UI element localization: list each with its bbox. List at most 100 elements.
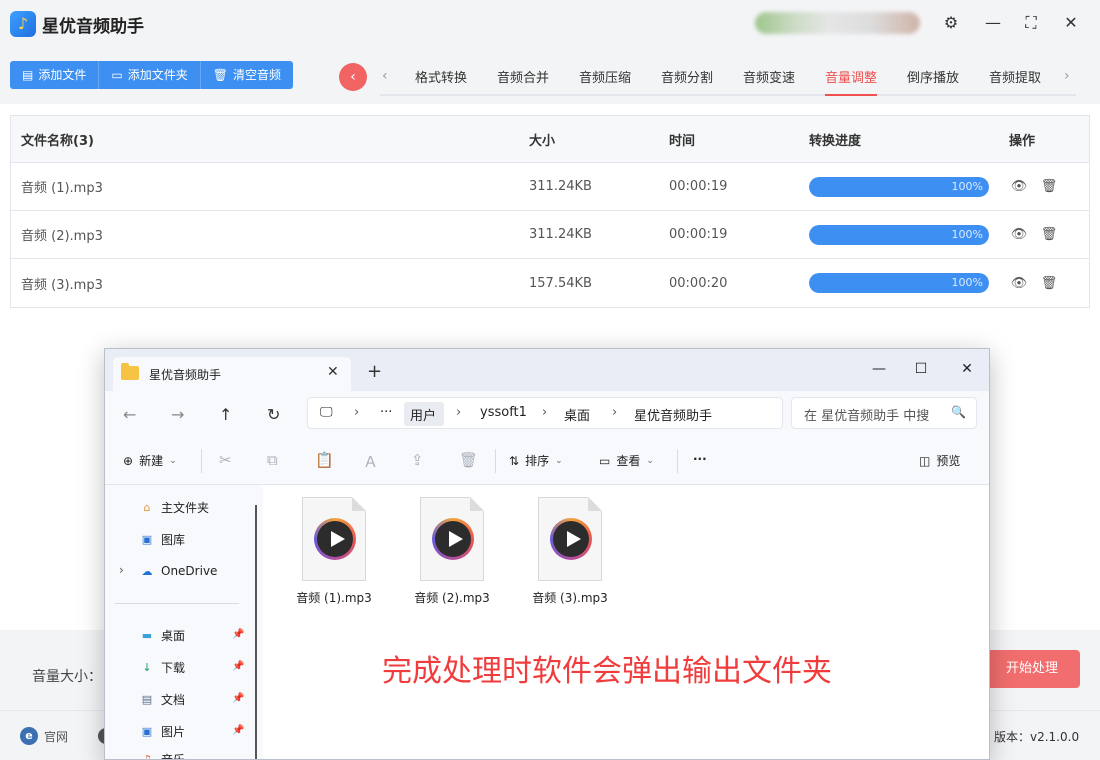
picture-icon: ▣ (141, 725, 153, 738)
address-bar[interactable]: 🖵 › ··· 用户 › yssoft1 › 桌面 › 星优音频助手 (307, 397, 783, 429)
add-file-button[interactable]: ▤ 添加文件 (10, 61, 100, 89)
chevron-down-icon: ⌄ (169, 455, 177, 466)
app-logo-icon: ♪ (10, 11, 36, 37)
breadcrumb-users[interactable]: 用户 (410, 405, 436, 424)
header-time: 时间 (669, 133, 696, 149)
preview-eye-icon[interactable]: 👁 (1009, 177, 1029, 197)
sidebar-item-downloads[interactable]: ↓ 下载 (139, 659, 185, 676)
file-toolbar: ▤ 添加文件 ▭ 添加文件夹 🗑 清空音频 (10, 61, 293, 89)
pin-icon[interactable]: 📌 (232, 661, 244, 672)
chevron-down-icon: ⌄ (646, 455, 654, 466)
copy-icon[interactable]: ⧉ (267, 451, 278, 469)
delete-icon[interactable]: 🗑 (1039, 273, 1059, 293)
progress-text: 100% (951, 276, 983, 289)
sidebar-item-home[interactable]: ⌂ 主文件夹 (139, 499, 210, 516)
preview-pane-button[interactable]: ◫ 预览 (919, 452, 960, 469)
preview-eye-icon[interactable]: 👁 (1009, 273, 1029, 293)
audio-file-icon (302, 497, 366, 581)
tab-audio-compress[interactable]: 音频压缩 (579, 67, 631, 86)
nav-up-icon[interactable]: ↑ (219, 405, 232, 424)
tab-audio-extract[interactable]: 音频提取 (989, 67, 1041, 86)
cut-icon[interactable]: ✂ (219, 451, 232, 469)
sidebar-item-documents[interactable]: ▤ 文档 (139, 691, 185, 708)
expand-chevron-icon[interactable]: › (119, 563, 124, 577)
delete-icon[interactable]: 🗑 (1039, 225, 1059, 245)
address-ellipsis[interactable]: ··· (380, 405, 392, 420)
sidebar-item-gallery[interactable]: ▣ 图库 (139, 531, 185, 548)
progress-bar: 100% (809, 224, 989, 245)
chevron-right-icon: › (542, 405, 548, 420)
file-item[interactable]: 音频 (3).mp3 (525, 497, 615, 606)
new-button-label: 新建 (139, 454, 164, 468)
tab-audio-merge[interactable]: 音频合并 (497, 67, 549, 86)
chevron-right-icon: › (354, 405, 360, 420)
breadcrumb-app-folder[interactable]: 星优音频助手 (634, 405, 712, 424)
settings-sliders-icon[interactable]: ⚙ (940, 12, 962, 34)
maximize-button[interactable]: ⛶ (1020, 12, 1042, 34)
search-input[interactable]: 在 星优音频助手 中搜 🔍 (791, 397, 977, 429)
annotation-text: 完成处理时软件会弹出输出文件夹 (382, 654, 832, 689)
breadcrumb-yssoft1[interactable]: yssoft1 (480, 405, 527, 420)
sort-button[interactable]: ⇅ 排序 ⌄ (509, 452, 563, 469)
tab-reverse-play[interactable]: 倒序播放 (907, 67, 959, 86)
paste-icon[interactable]: 📋 (315, 451, 334, 469)
tab-close-icon[interactable]: ✕ (327, 364, 339, 380)
explorer-minimize-button[interactable]: — (867, 357, 891, 381)
close-button[interactable]: ✕ (1060, 12, 1082, 34)
table-row[interactable]: 音频 (3).mp3 157.54KB 00:00:20 100% 👁 🗑 (11, 259, 1089, 307)
sidebar-item-desktop[interactable]: ▬ 桌面 (139, 627, 185, 644)
tabs-prev-icon[interactable]: ‹ (382, 68, 388, 84)
add-folder-button[interactable]: ▭ 添加文件夹 (99, 61, 201, 89)
preview-eye-icon[interactable]: 👁 (1009, 225, 1029, 245)
folder-icon: ▭ (111, 68, 123, 82)
sidebar-item-music[interactable]: ♫ 音乐 (139, 751, 185, 760)
explorer-titlebar: 星优音频助手 ✕ + — ☐ ✕ (105, 349, 989, 391)
sidebar-item-label: 文档 (161, 693, 186, 707)
file-item[interactable]: 音频 (1).mp3 (289, 497, 379, 606)
table-row[interactable]: 音频 (2).mp3 311.24KB 00:00:19 100% 👁 🗑 (11, 211, 1089, 259)
breadcrumb-desktop[interactable]: 桌面 (564, 405, 590, 424)
file-name: 音频 (2).mp3 (21, 229, 103, 244)
new-button[interactable]: ⊕ 新建 ⌄ (123, 452, 177, 469)
official-site-link[interactable]: e 官网 (20, 727, 68, 745)
back-button[interactable]: ‹ (339, 63, 367, 91)
user-account-avatar[interactable] (755, 12, 920, 34)
new-tab-icon[interactable]: + (367, 361, 382, 382)
file-size: 311.24KB (529, 227, 592, 242)
delete-icon[interactable]: 🗑 (459, 451, 478, 469)
file-item[interactable]: 音频 (2).mp3 (407, 497, 497, 606)
sidebar-item-pictures[interactable]: ▣ 图片 (139, 723, 185, 740)
nav-back-icon[interactable]: ← (123, 405, 136, 424)
explorer-maximize-button[interactable]: ☐ (909, 357, 933, 381)
tab-audio-split[interactable]: 音频分割 (661, 67, 713, 86)
delete-icon[interactable]: 🗑 (1039, 177, 1059, 197)
pin-icon[interactable]: 📌 (232, 693, 244, 704)
file-explorer-window: 星优音频助手 ✕ + — ☐ ✕ ← → ↑ ↻ 🖵 › ··· 用户 › ys… (104, 348, 990, 760)
sidebar-scrollbar[interactable] (255, 505, 257, 759)
start-process-button[interactable]: 开始处理 (984, 650, 1080, 688)
pin-icon[interactable]: 📌 (232, 629, 244, 640)
chevron-down-icon: ⌄ (555, 455, 563, 466)
tabs-next-icon[interactable]: › (1064, 68, 1070, 84)
pin-icon[interactable]: 📌 (232, 725, 244, 736)
sidebar-item-label: 桌面 (161, 629, 186, 643)
explorer-close-button[interactable]: ✕ (955, 357, 979, 381)
tab-volume-adjust[interactable]: 音量调整 (825, 67, 878, 96)
clear-audio-button[interactable]: 🗑 清空音频 (200, 61, 293, 89)
refresh-icon[interactable]: ↻ (267, 405, 280, 424)
music-icon: ♫ (142, 753, 152, 760)
share-icon[interactable]: ⇪ (411, 451, 424, 469)
tab-audio-speed[interactable]: 音频变速 (743, 67, 795, 86)
minimize-button[interactable]: — (982, 12, 1004, 34)
sidebar-item-label: OneDrive (161, 564, 218, 578)
more-options-button[interactable]: ··· (693, 452, 707, 466)
rename-icon[interactable]: Ａ (363, 451, 378, 472)
tab-format-convert[interactable]: 格式转换 (415, 67, 467, 86)
nav-forward-icon[interactable]: → (171, 405, 184, 424)
table-row[interactable]: 音频 (1).mp3 311.24KB 00:00:19 100% 👁 🗑 (11, 163, 1089, 211)
ie-icon: e (20, 727, 38, 745)
view-button[interactable]: ▭ 查看 ⌄ (599, 452, 654, 469)
play-icon (314, 518, 356, 560)
sidebar-item-onedrive[interactable]: ☁ OneDrive (139, 563, 218, 579)
explorer-tab[interactable]: 星优音频助手 ✕ (113, 357, 351, 391)
